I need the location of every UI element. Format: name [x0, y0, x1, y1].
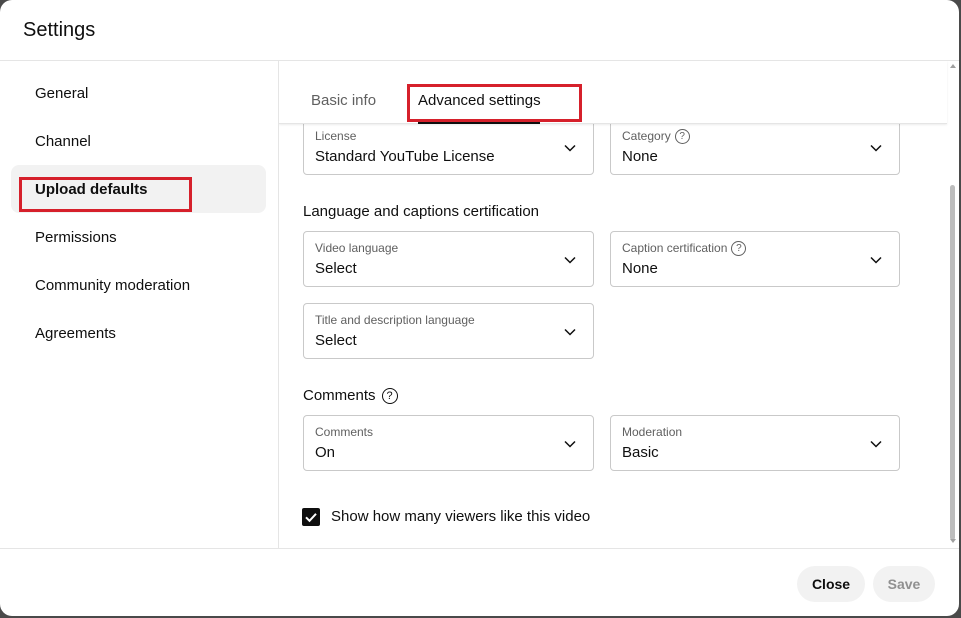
moderation-value: Basic [622, 444, 659, 461]
comments-value: On [315, 444, 336, 461]
sidebar-item-label: Channel [35, 133, 91, 150]
help-icon[interactable]: ? [674, 129, 690, 145]
chevron-down-icon [870, 256, 882, 264]
moderation-label: Moderation [622, 425, 683, 439]
title-description-language-select[interactable]: Title and description language Select [303, 303, 594, 359]
chevron-down-icon [564, 440, 576, 448]
chevron-down-icon [564, 256, 576, 264]
likes-checkbox-label: Show how many viewers like this video [331, 508, 591, 525]
title-description-language-label: Title and description language [315, 313, 475, 327]
category-value: None [622, 148, 658, 165]
dialog-title: Settings [23, 19, 96, 41]
highlight-box-advanced-settings [407, 84, 582, 122]
highlight-box-upload-defaults [19, 177, 192, 212]
scroll-thumb[interactable] [950, 185, 955, 540]
tab-basic-info[interactable]: Basic info [311, 92, 376, 109]
chevron-down-icon [870, 144, 882, 152]
video-language-value: Select [315, 260, 357, 277]
title-description-language-value: Select [315, 332, 357, 349]
scroll-up-arrow-icon[interactable] [950, 64, 956, 68]
language-section-title: Language and captions certification [303, 203, 540, 220]
video-language-select[interactable]: Video language Select [303, 231, 594, 287]
caption-certification-label: Caption certification [622, 241, 728, 255]
advanced-settings-panel: License Standard YouTube License Categor… [279, 61, 959, 548]
chevron-down-icon [870, 440, 882, 448]
content-scrollbar[interactable] [947, 61, 959, 548]
settings-dialog: Settings General Channel Upload defaults… [0, 0, 959, 616]
save-button[interactable]: Save [873, 566, 935, 602]
caption-certification-value: None [622, 260, 658, 277]
chevron-down-icon [564, 328, 576, 336]
category-select[interactable]: Category? None [610, 119, 900, 175]
sidebar-item-label: Permissions [35, 229, 117, 246]
license-select[interactable]: License Standard YouTube License [303, 119, 594, 175]
sidebar-item-agreements[interactable]: Agreements [11, 311, 266, 359]
category-label: Category [622, 129, 671, 143]
help-icon[interactable]: ? [731, 241, 747, 257]
settings-tabs: Basic info Advanced settings [279, 61, 947, 124]
sidebar-item-label: Community moderation [35, 277, 191, 294]
sidebar-item-channel[interactable]: Channel [11, 119, 266, 167]
caption-certification-select[interactable]: Caption certification? None [610, 231, 900, 287]
chevron-down-icon [564, 144, 576, 152]
comments-select[interactable]: Comments On [303, 415, 594, 471]
license-label: License [315, 129, 357, 143]
moderation-select[interactable]: Moderation Basic [610, 415, 900, 471]
video-language-label: Video language [315, 241, 399, 255]
sidebar-item-community-moderation[interactable]: Community moderation [11, 263, 266, 311]
sidebar-item-permissions[interactable]: Permissions [11, 215, 266, 263]
license-value: Standard YouTube License [315, 148, 495, 165]
likes-checkbox[interactable] [302, 508, 320, 526]
sidebar-item-label: General [35, 85, 89, 102]
close-button[interactable]: Close [797, 566, 865, 602]
comments-section-title: Comments [303, 387, 376, 404]
sidebar-item-label: Agreements [35, 325, 116, 342]
scroll-down-arrow-icon[interactable] [950, 539, 956, 543]
comments-label: Comments [315, 425, 374, 439]
settings-sidebar: General Channel Upload defaults Permissi… [0, 61, 279, 548]
checkmark-icon [305, 513, 317, 523]
sidebar-item-general[interactable]: General [11, 71, 266, 119]
dialog-header: Settings [0, 0, 959, 61]
help-icon[interactable]: ? [381, 388, 398, 405]
dialog-footer: Close Save [0, 548, 959, 616]
